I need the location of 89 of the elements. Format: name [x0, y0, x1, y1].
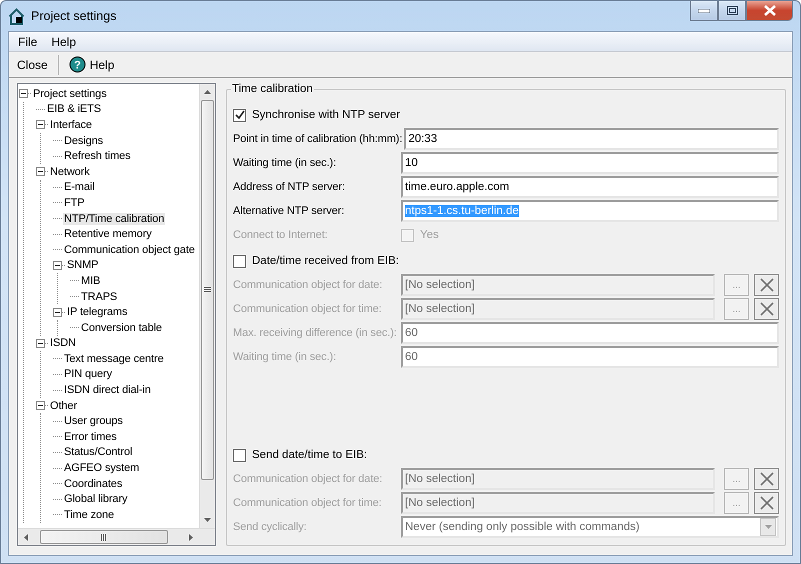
field-label: Waiting time (in sec.): [233, 351, 338, 363]
grip-icon [101, 534, 107, 540]
field-label: Communication object for time: [233, 303, 383, 315]
tree-item[interactable]: Refresh times [63, 150, 132, 162]
clear-button[interactable] [754, 492, 779, 514]
text-field[interactable]: 20:33 [404, 128, 779, 150]
tree-item[interactable]: Conversion table [80, 322, 163, 334]
tree-item[interactable]: Global library [63, 493, 128, 506]
tree-item[interactable]: ISDN [49, 337, 77, 350]
help-icon: ? [68, 56, 86, 73]
tree-item[interactable]: NTP/Time calibration [63, 212, 166, 225]
tree-item[interactable]: Text message centre [63, 352, 165, 365]
clear-button[interactable] [754, 274, 779, 296]
tree-item[interactable]: Designs [63, 134, 104, 147]
tree-item[interactable]: EIB & iETS [46, 103, 102, 116]
collapse-toggle[interactable] [36, 401, 45, 410]
left-arrow-icon[interactable] [24, 534, 28, 540]
checkbox-label: Date/time received from EIB: [252, 255, 399, 267]
field-label: Alternative NTP server: [233, 205, 346, 217]
menu-item[interactable]: Help [44, 34, 84, 48]
collapse-toggle[interactable] [53, 308, 62, 317]
tree-item[interactable]: Time zone [63, 508, 116, 521]
field-label: Max. receiving difference (in sec.): [233, 327, 398, 339]
vertical-scrollbar[interactable] [199, 84, 215, 528]
tree-item[interactable]: SNMP [66, 259, 100, 272]
checkbox[interactable] [233, 448, 246, 462]
tree-item[interactable]: FTP [63, 196, 86, 209]
close-icon [760, 302, 774, 316]
minimize-button[interactable] [690, 1, 718, 21]
checkbox-label: Yes [420, 229, 439, 241]
close-button[interactable] [746, 1, 793, 21]
grip-icon [204, 287, 211, 293]
tree-item[interactable]: Other [49, 400, 78, 412]
field-label: Address of NTP server: [233, 181, 346, 193]
text-field[interactable]: 10 [401, 152, 779, 174]
tree-item[interactable]: IP telegrams [66, 306, 128, 318]
tree-item[interactable]: Coordinates [63, 478, 124, 490]
up-arrow-icon[interactable] [204, 90, 211, 94]
tree-item[interactable]: MIB [80, 274, 102, 287]
menu-item[interactable]: File [11, 34, 44, 48]
tree-item[interactable]: AGFEO system [63, 462, 140, 474]
checkbox-label: Send date/time to EIB: [252, 449, 368, 461]
right-arrow-icon[interactable] [189, 534, 193, 540]
group-title: Time calibration [231, 83, 314, 95]
close-icon [764, 5, 776, 16]
tree-item[interactable]: Error times [63, 430, 118, 443]
field-label: Communication object for time: [233, 497, 383, 509]
text-field[interactable]: time.euro.apple.com [401, 176, 779, 198]
field-label: Send cyclically: [233, 521, 308, 533]
clear-button[interactable] [754, 298, 779, 320]
checkbox[interactable] [233, 254, 246, 268]
collapse-toggle[interactable] [19, 89, 28, 98]
tree-item[interactable]: User groups [63, 415, 124, 428]
tree-item[interactable]: Status/Control [63, 446, 134, 458]
field-label: Communication object for date: [233, 279, 384, 291]
tree-item[interactable]: Network [49, 166, 91, 178]
down-arrow-icon[interactable] [204, 518, 211, 522]
minimize-icon [698, 8, 710, 12]
field-label: Waiting time (in sec.): [233, 157, 338, 169]
toolbar-button[interactable]: Close [13, 56, 52, 74]
tree-item[interactable]: Communication object gate [63, 244, 196, 256]
collapse-toggle[interactable] [36, 120, 45, 130]
collapse-toggle[interactable] [36, 167, 45, 176]
clear-button[interactable] [754, 468, 779, 490]
tree-item[interactable]: ISDN direct dial-in [63, 384, 152, 396]
tree-item[interactable]: E-mail [63, 181, 96, 194]
tree-item[interactable]: Interface [49, 118, 93, 131]
close-icon [760, 278, 774, 292]
collapse-toggle[interactable] [36, 338, 45, 348]
window-title: Project settings [31, 9, 116, 23]
maximize-icon [726, 6, 738, 15]
close-icon [760, 472, 774, 486]
caret-icon [764, 525, 772, 529]
tree-item[interactable]: TRAPS [80, 290, 118, 303]
house-icon [8, 8, 25, 24]
field-label: Point in time of calibration (hh:mm): [233, 133, 404, 145]
tree-item[interactable]: PIN query [63, 368, 114, 380]
field-label: Connect to Internet: [233, 229, 329, 241]
close-icon [760, 496, 774, 510]
horizontal-scrollbar[interactable] [18, 528, 215, 545]
check-icon [234, 110, 244, 120]
help-button[interactable]: ? Help [64, 54, 118, 75]
tree-item[interactable]: Project settings [32, 88, 108, 100]
maximize-button[interactable] [718, 1, 746, 21]
checkbox[interactable] [233, 108, 246, 122]
field-label: Communication object for date: [233, 473, 384, 485]
tree-item[interactable]: Retentive memory [63, 228, 153, 240]
checkbox-label: Synchronise with NTP server [252, 109, 400, 121]
collapse-toggle[interactable] [53, 260, 62, 270]
